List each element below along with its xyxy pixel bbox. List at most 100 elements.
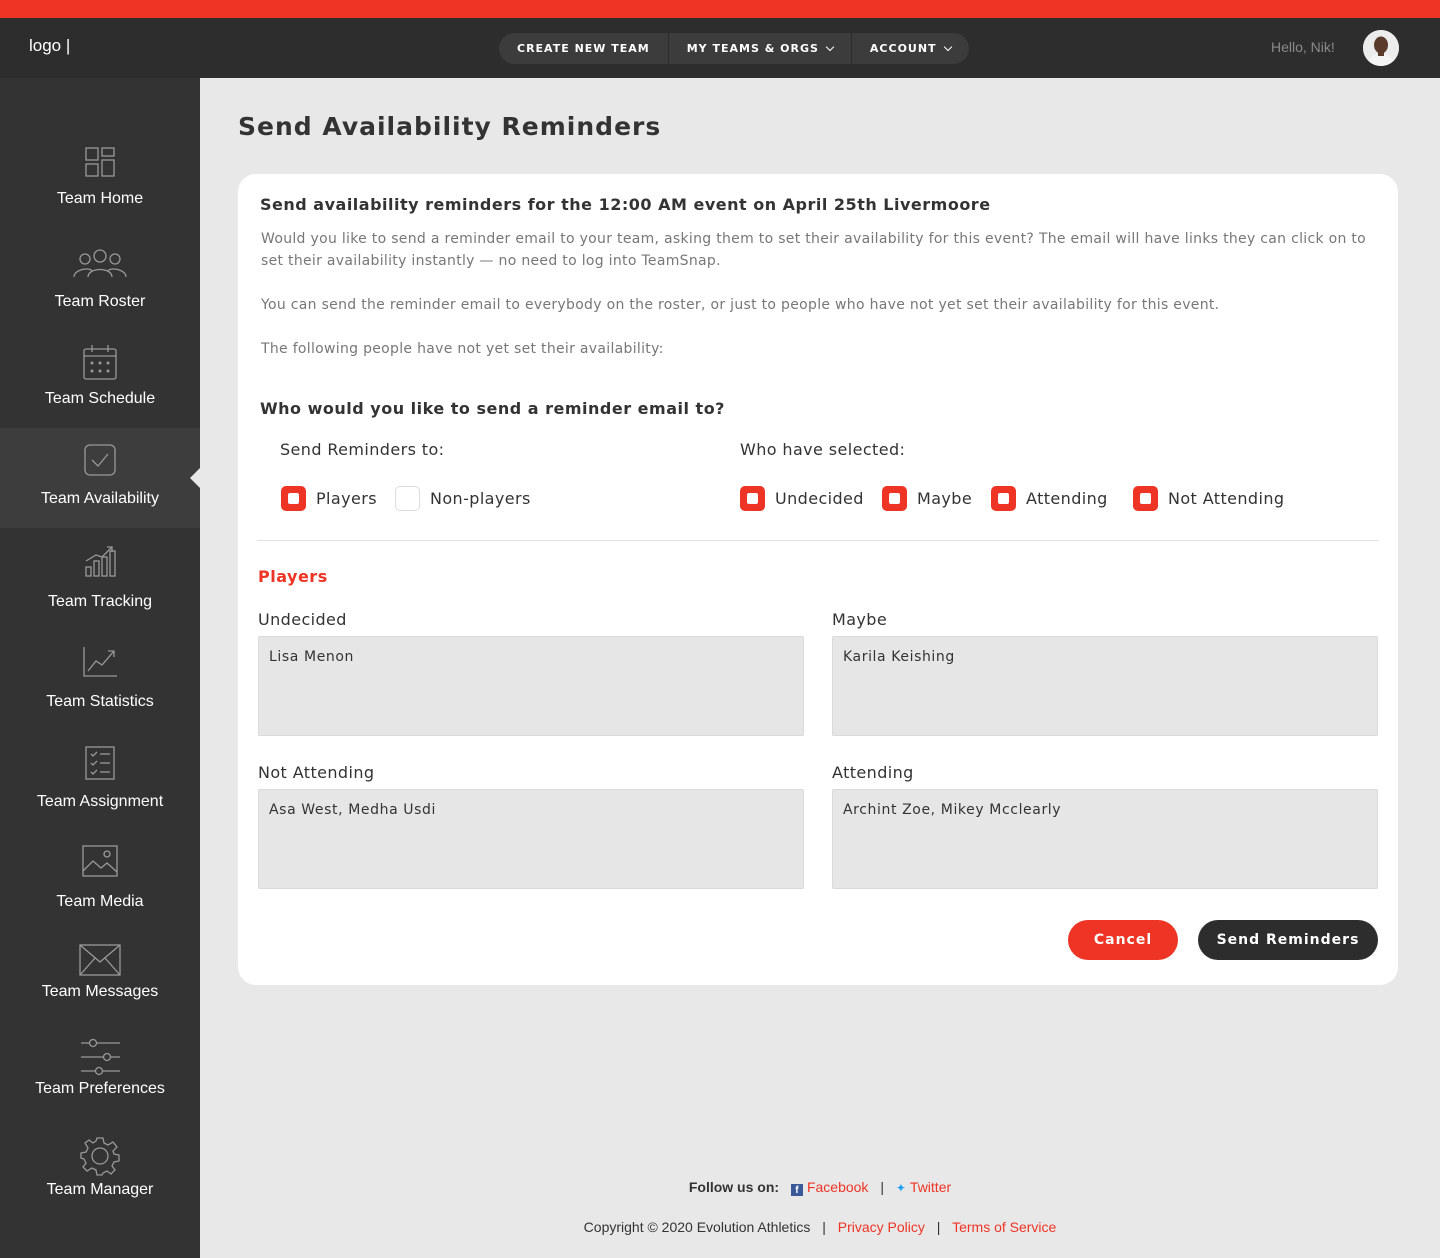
sidebar-item-team-schedule[interactable]: Team Schedule (0, 330, 200, 430)
checkbox-icon (1133, 486, 1158, 511)
nav-my-teams-orgs[interactable]: MY TEAMS & ORGS (669, 33, 851, 64)
sidebar-item-label: Team Preferences (35, 1080, 165, 1097)
top-accent-bar (0, 0, 1440, 18)
avatar[interactable] (1363, 30, 1399, 66)
avatar-image (1363, 30, 1399, 66)
copyright: Copyright © 2020 Evolution Athletics (583, 1219, 811, 1235)
attending-label: Attending (832, 763, 914, 782)
section-title: Players (258, 567, 328, 586)
send-reminders-button[interactable]: Send Reminders (1198, 920, 1378, 960)
logo[interactable]: logo | (29, 36, 70, 56)
sidebar-item-team-media[interactable]: Team Media (0, 833, 200, 933)
sidebar-item-label: Team Home (56, 190, 144, 207)
bar-chart-icon (85, 546, 116, 577)
checkbox-icon (740, 486, 765, 511)
undecided-label: Undecided (258, 610, 347, 629)
sidebar-item-team-preferences[interactable]: Team Preferences (0, 1028, 200, 1128)
sidebar-item-label: Team Tracking (47, 593, 153, 610)
maybe-label: Maybe (832, 610, 888, 629)
separator: | (822, 1219, 826, 1235)
sidebar-item-team-tracking[interactable]: Team Tracking (0, 533, 200, 633)
sidebar-item-label: Team Media (56, 893, 144, 910)
sidebar-item-label: Team Messages (41, 983, 159, 1000)
sidebar-item-team-availability[interactable]: Team Availability (0, 428, 200, 528)
checkbox-icon (882, 486, 907, 511)
sidebar-item-label: Team Statistics (46, 693, 154, 710)
follow-label: Follow us on: (688, 1179, 780, 1195)
checkbox-label: Non-players (430, 489, 531, 508)
nav-label: MY TEAMS & ORGS (686, 42, 819, 55)
nav-label: CREATE NEW TEAM (517, 42, 650, 55)
intro-text: Would you like to send a reminder email … (261, 231, 1367, 269)
sidebar: Team Home Team Roster Team Schedule Team… (0, 78, 200, 1258)
nav-label: ACCOUNT (869, 42, 937, 55)
sidebar-item-label: Team Roster (54, 293, 146, 310)
separator: | (936, 1219, 941, 1235)
reminder-question: Who would you like to send a reminder em… (260, 399, 725, 418)
selected-label: Who have selected: (740, 440, 906, 459)
checkbox-label: Undecided (775, 489, 864, 508)
nav-create-new-team[interactable]: CREATE NEW TEAM (499, 33, 668, 64)
greeting: Hello, Nik! (1271, 39, 1335, 55)
checkbox-label: Players (316, 489, 377, 508)
checklist-icon (85, 746, 115, 780)
top-header: logo | CREATE NEW TEAM MY TEAMS & ORGS A… (0, 18, 1440, 78)
sidebar-item-team-assignment[interactable]: Team Assignment (0, 733, 200, 833)
social-footer: Follow us on: f Facebook | ✦ Twitter (0, 1179, 1440, 1196)
checkbox-maybe[interactable]: Maybe (882, 486, 972, 511)
checkbox-label: Maybe (917, 489, 973, 508)
event-heading: Send availability reminders for the 12:0… (260, 195, 991, 214)
calendar-icon (83, 345, 117, 380)
attending-field[interactable]: Archint Zoe, Mikey Mcclearly (832, 789, 1378, 889)
reminder-card: Send availability reminders for the 12:0… (238, 174, 1398, 985)
checkbox-icon (991, 486, 1016, 511)
cancel-button[interactable]: Cancel (1068, 920, 1178, 960)
not-set-text: The following people have not yet set th… (261, 341, 664, 357)
checkbox-undecided[interactable]: Undecided (740, 486, 864, 511)
sidebar-item-label: Team Schedule (44, 390, 156, 407)
checkbox-players[interactable]: Players (281, 486, 377, 511)
page-title: Send Availability Reminders (238, 112, 662, 141)
facebook-link[interactable]: Facebook (807, 1179, 868, 1195)
undecided-field[interactable]: Lisa Menon (258, 636, 804, 736)
checkbox-label: Attending (1026, 489, 1108, 508)
sliders-icon (81, 1038, 120, 1076)
gear-icon (80, 1137, 120, 1176)
twitter-icon: ✦ (895, 1181, 906, 1195)
maybe-field[interactable]: Karila Keishing (832, 636, 1378, 736)
twitter-link[interactable]: Twitter (910, 1179, 951, 1195)
sidebar-item-label: Team Availability (41, 490, 159, 507)
checkbox-not-attending[interactable]: Not Attending (1133, 486, 1284, 511)
trend-line-icon (83, 647, 117, 677)
separator: | (880, 1179, 884, 1195)
not-attending-field[interactable]: Asa West, Medha Usdi (258, 789, 804, 889)
send-to-label: Send Reminders to: (280, 440, 445, 459)
sidebar-item-team-roster[interactable]: Team Roster (0, 233, 200, 333)
terms-of-service-link[interactable]: Terms of Service (952, 1219, 1056, 1235)
envelope-icon (79, 944, 121, 976)
checkbox-non-players[interactable]: Non-players (395, 486, 531, 511)
image-icon (82, 845, 118, 877)
checkbox-icon (281, 486, 306, 511)
sidebar-item-label: Team Assignment (36, 793, 164, 810)
sidebar-item-team-messages[interactable]: Team Messages (0, 928, 200, 1028)
sidebar-item-team-statistics[interactable]: Team Statistics (0, 633, 200, 733)
group-icon (73, 249, 127, 278)
checkbox-attending[interactable]: Attending (991, 486, 1108, 511)
checkbox-icon (395, 486, 420, 511)
sidebar-item-team-manager[interactable]: Team Manager (0, 1128, 200, 1228)
divider (257, 540, 1379, 541)
chevron-down-icon (943, 42, 952, 51)
legal-footer: Copyright © 2020 Evolution Athletics | P… (0, 1219, 1440, 1235)
checkbox-icon (84, 444, 116, 476)
dashboard-icon (85, 147, 115, 177)
top-nav: CREATE NEW TEAM MY TEAMS & ORGS ACCOUNT (499, 33, 969, 64)
sidebar-item-team-home[interactable]: Team Home (0, 130, 200, 230)
active-indicator (190, 468, 200, 488)
privacy-policy-link[interactable]: Privacy Policy (838, 1219, 925, 1235)
facebook-icon: f (790, 1184, 803, 1196)
nav-account[interactable]: ACCOUNT (852, 33, 969, 64)
chevron-down-icon (825, 42, 835, 51)
checkbox-label: Not Attending (1168, 489, 1285, 508)
roster-text: You can send the reminder email to every… (261, 297, 1220, 313)
